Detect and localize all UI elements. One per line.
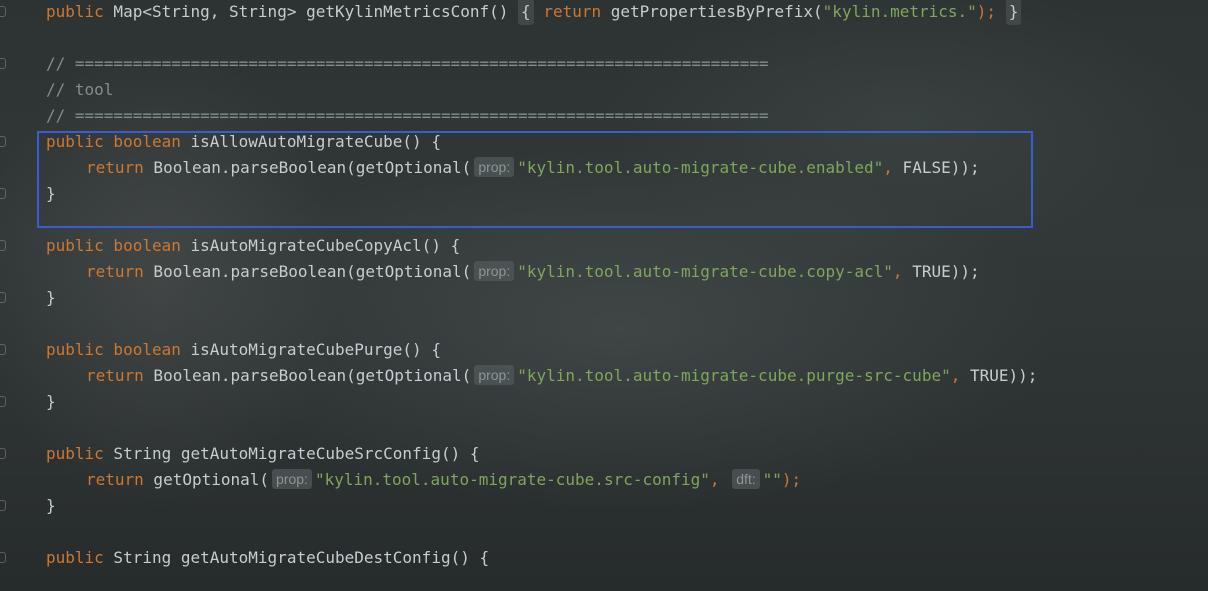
keyword-token: public xyxy=(46,444,104,463)
end-token: ); xyxy=(781,470,802,489)
paren-token: () xyxy=(489,2,519,21)
fold-marker-icon[interactable] xyxy=(0,500,6,511)
string-literal: "" xyxy=(762,470,782,489)
method-body-line[interactable]: return getOptional(prop: "kylin.tool.auto… xyxy=(86,467,801,493)
string-literal: "kylin.tool.auto-migrate-cube.copy-acl" xyxy=(517,262,893,281)
selection-highlight-box xyxy=(37,131,1033,228)
code-line-metrics-conf[interactable]: public Map<String, String> getKylinMetri… xyxy=(46,0,1022,25)
string-literal: "kylin.metrics." xyxy=(822,2,977,21)
fold-marker-icon[interactable] xyxy=(0,58,6,69)
fold-marker-icon[interactable] xyxy=(0,6,6,17)
call-token: getOptional( xyxy=(143,470,270,489)
method-body-line[interactable]: return Boolean.parseBoolean(getOptional(… xyxy=(86,259,980,285)
tool-section-comment: // tool xyxy=(46,80,114,99)
comma-token: , xyxy=(709,470,720,489)
method-signature-get-auto-migrate-cube-src-config[interactable]: public String getAutoMigrateCubeSrcConfi… xyxy=(46,441,479,467)
fold-marker-icon[interactable] xyxy=(0,396,6,407)
separator-comment: // =====================================… xyxy=(46,106,769,125)
method-name-token: isAutoMigrateCubeCopyAcl() { xyxy=(180,236,461,255)
call-token: Boolean.parseBoolean(getOptional( xyxy=(143,366,472,385)
default-hint: dft: xyxy=(732,469,760,489)
method-name-token: isAutoMigrateCubePurge() { xyxy=(180,340,441,359)
fold-marker-icon[interactable] xyxy=(0,344,6,355)
string-literal: "kylin.tool.auto-migrate-cube.src-config… xyxy=(314,470,710,489)
parameter-hint: prop: xyxy=(474,261,515,281)
call-token: getPropertiesByPrefix( xyxy=(601,2,823,21)
fold-marker-icon[interactable] xyxy=(0,552,6,563)
comma-token: , xyxy=(950,366,961,385)
parameter-hint: prop: xyxy=(474,365,515,385)
fold-marker-icon[interactable] xyxy=(0,448,6,459)
closing-brace: } xyxy=(46,392,56,411)
return-keyword: return xyxy=(86,366,144,385)
argument-token: TRUE)); xyxy=(960,366,1038,385)
separator-comment: // =====================================… xyxy=(46,54,769,73)
end-token: ); xyxy=(976,2,1006,21)
fold-marker-icon[interactable] xyxy=(0,240,6,251)
method-name-token: String getAutoMigrateCubeDestConfig() { xyxy=(103,548,490,567)
string-literal: "kylin.tool.auto-migrate-cube.purge-src-… xyxy=(517,366,951,385)
closing-brace: } xyxy=(46,288,56,307)
return-keyword: return xyxy=(543,2,602,21)
comma-token: , xyxy=(892,262,903,281)
fold-marker-icon[interactable] xyxy=(0,188,6,199)
return-keyword: return xyxy=(86,470,144,489)
method-signature-is-auto-migrate-cube-purge[interactable]: public boolean isAutoMigrateCubePurge() … xyxy=(46,337,441,363)
method-name-token: String getAutoMigrateCubeSrcConfig() { xyxy=(103,444,480,463)
closing-brace: } xyxy=(46,496,56,515)
keyword-token: public xyxy=(46,2,104,21)
keyword-token: public boolean xyxy=(46,236,181,255)
fold-marker-icon[interactable] xyxy=(0,292,6,303)
argument-token: TRUE)); xyxy=(902,262,980,281)
return-keyword: return xyxy=(86,262,144,281)
method-signature-is-auto-migrate-cube-copy-acl[interactable]: public boolean isAutoMigrateCubeCopyAcl(… xyxy=(46,233,460,259)
code-editor[interactable]: public Map<String, String> getKylinMetri… xyxy=(0,0,1208,591)
type-token: Map<String, String> xyxy=(103,2,307,21)
method-signature-get-auto-migrate-cube-dest-config[interactable]: public String getAutoMigrateCubeDestConf… xyxy=(46,545,489,571)
folded-brace-close[interactable]: } xyxy=(1005,0,1022,25)
parameter-hint: prop: xyxy=(272,469,312,489)
method-name-token: getKylinMetricsConf xyxy=(306,2,490,21)
folded-brace-open[interactable]: { xyxy=(518,0,534,25)
method-body-line[interactable]: return Boolean.parseBoolean(getOptional(… xyxy=(86,363,1037,389)
editor-gutter xyxy=(0,0,12,591)
fold-marker-icon[interactable] xyxy=(0,136,6,147)
keyword-token: public xyxy=(46,548,104,567)
call-token: Boolean.parseBoolean(getOptional( xyxy=(143,262,472,281)
keyword-token: public boolean xyxy=(46,340,181,359)
